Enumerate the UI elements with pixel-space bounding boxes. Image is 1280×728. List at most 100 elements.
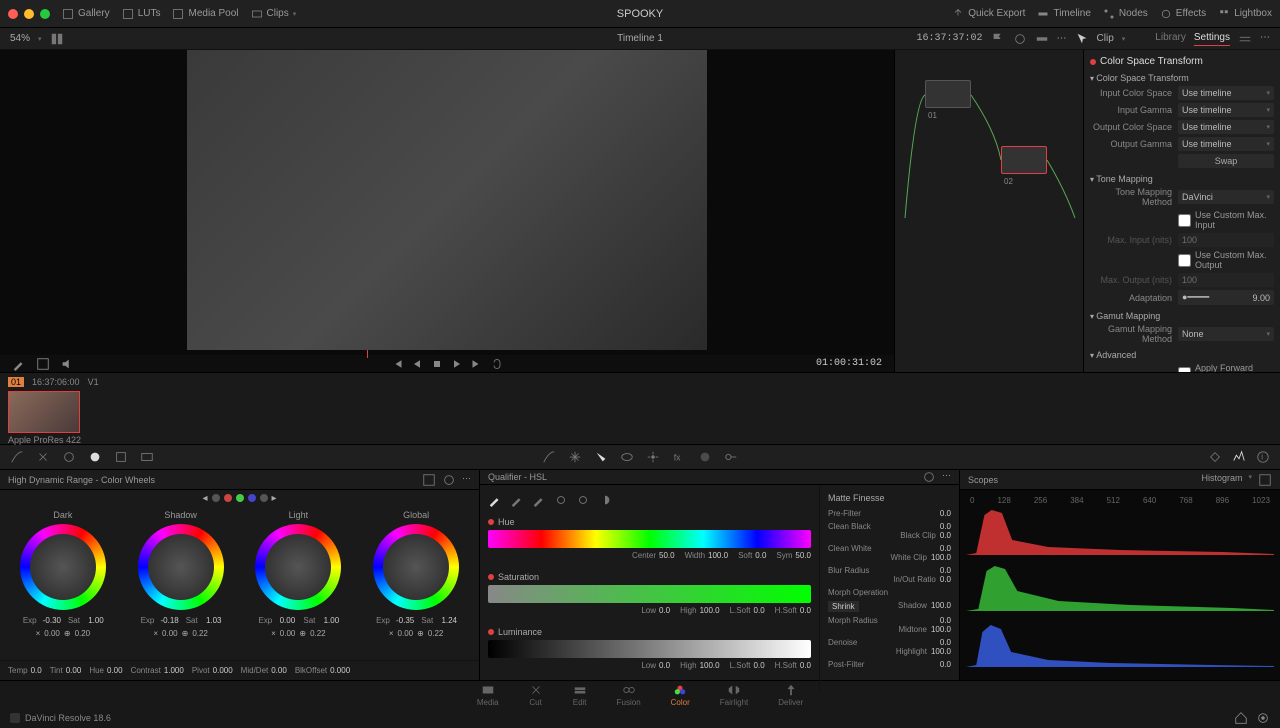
quick-export-button[interactable]: Quick Export (952, 8, 1025, 20)
advanced-section-header[interactable]: Advanced (1090, 350, 1274, 360)
fx-icon[interactable]: fx (672, 450, 686, 464)
color-page[interactable]: Color (671, 683, 690, 707)
expand-icon[interactable] (1238, 32, 1252, 46)
luts-icon (122, 8, 134, 20)
effects-toggle[interactable]: Effects (1160, 8, 1206, 20)
media-pool-tab[interactable]: Media Pool (172, 8, 238, 20)
zoom-level[interactable]: 54% (10, 33, 30, 44)
light-color-wheel[interactable] (255, 524, 341, 610)
forward-ootf-check[interactable] (1178, 367, 1191, 373)
cursor-icon[interactable] (1075, 32, 1089, 46)
blur-icon[interactable] (698, 450, 712, 464)
media-page[interactable]: Media (477, 683, 499, 707)
maximize-window[interactable] (40, 9, 50, 19)
fairlight-page[interactable]: Fairlight (720, 683, 748, 707)
hue-slider[interactable] (488, 530, 811, 548)
play-icon[interactable] (451, 358, 463, 370)
output-colorspace-dropdown[interactable]: Use timeline▾ (1178, 120, 1274, 134)
lightbox-toggle[interactable]: Lightbox (1218, 8, 1272, 20)
feather-plus-icon[interactable] (576, 493, 590, 507)
library-tab[interactable]: Library (1155, 32, 1186, 46)
deliver-page[interactable]: Deliver (778, 683, 803, 707)
custom-max-output-check[interactable] (1178, 254, 1191, 267)
tracking-icon[interactable] (646, 450, 660, 464)
viewer-image[interactable] (0, 50, 894, 350)
scopes-mode-dropdown[interactable]: Histogram (1201, 473, 1242, 487)
gamut-method-dropdown[interactable]: None▾ (1178, 327, 1274, 341)
node-02[interactable]: 02 (1001, 146, 1047, 174)
project-settings-icon[interactable] (1256, 711, 1270, 725)
luminance-slider[interactable] (488, 640, 811, 658)
saturation-slider[interactable] (488, 585, 811, 603)
qual-mode-icon[interactable] (922, 470, 936, 484)
wheels-mode-icon[interactable] (422, 473, 436, 487)
invert-icon[interactable] (598, 493, 612, 507)
home-icon[interactable] (1234, 711, 1248, 725)
input-colorspace-dropdown[interactable]: Use timeline▾ (1178, 86, 1274, 100)
edit-page[interactable]: Edit (573, 683, 587, 707)
feather-minus-icon[interactable] (554, 493, 568, 507)
scopes-toggle-icon[interactable] (1232, 450, 1246, 464)
split-view-icon[interactable] (50, 32, 64, 46)
shadow-color-wheel[interactable] (138, 524, 224, 610)
node-01[interactable]: 01 (925, 80, 971, 108)
mute-icon[interactable] (60, 357, 74, 371)
scopes-options-icon[interactable] (1258, 473, 1272, 487)
warper-icon[interactable] (36, 450, 50, 464)
close-window[interactable] (8, 9, 18, 19)
keyframe-icon[interactable] (1208, 450, 1222, 464)
secondary-icon[interactable] (114, 450, 128, 464)
prev-frame-icon[interactable] (411, 358, 423, 370)
clips-dropdown[interactable]: Clips▾ (251, 8, 297, 20)
next-clip-icon[interactable] (471, 358, 483, 370)
picker-plus-icon[interactable] (532, 493, 546, 507)
settings-tab[interactable]: Settings (1194, 32, 1230, 46)
image-wipe-icon[interactable] (36, 357, 50, 371)
window-icon[interactable] (620, 450, 634, 464)
hdr-wheels-icon[interactable] (88, 450, 102, 464)
prev-clip-icon[interactable] (391, 358, 403, 370)
picker-icon[interactable] (12, 357, 26, 371)
timeline-toggle[interactable]: Timeline (1037, 8, 1090, 20)
swap-button[interactable]: Swap (1178, 154, 1274, 168)
cst-section-header[interactable]: Color Space Transform (1090, 73, 1274, 83)
gamut-section-header[interactable]: Gamut Mapping (1090, 311, 1274, 321)
picker-tool-icon[interactable] (488, 493, 502, 507)
sizing-icon[interactable] (140, 450, 154, 464)
timeline-name[interactable]: Timeline 1 (617, 33, 663, 44)
highlight-icon[interactable] (1035, 32, 1049, 46)
clip-thumbnail[interactable] (8, 391, 80, 433)
reset-wheels-icon[interactable] (442, 473, 456, 487)
flag-icon[interactable] (991, 32, 1005, 46)
output-gamma-dropdown[interactable]: Use timeline▾ (1178, 137, 1274, 151)
picker-minus-icon[interactable] (510, 493, 524, 507)
version-label: DaVinci Resolve 18.6 (25, 713, 111, 723)
stop-icon[interactable] (431, 358, 443, 370)
minimize-window[interactable] (24, 9, 34, 19)
adaptation-field[interactable]: ●━━━━9.00 (1178, 290, 1274, 305)
clip-mode[interactable]: Clip (1097, 33, 1114, 44)
wipe-icon[interactable] (1013, 32, 1027, 46)
gallery-tab[interactable]: Gallery (62, 8, 110, 20)
snowflake-icon[interactable] (568, 450, 582, 464)
luts-tab[interactable]: LUTs (122, 8, 161, 20)
playhead[interactable] (367, 350, 368, 358)
key-icon[interactable] (724, 450, 738, 464)
info-icon[interactable]: i (1256, 450, 1270, 464)
nodes-panel[interactable]: 01 02 (894, 50, 1084, 372)
loop-icon[interactable] (491, 358, 503, 370)
tone-section-header[interactable]: Tone Mapping (1090, 174, 1274, 184)
input-gamma-dropdown[interactable]: Use timeline▾ (1178, 103, 1274, 117)
global-color-wheel[interactable] (373, 524, 459, 610)
qualifier-icon[interactable] (594, 450, 608, 464)
dark-color-wheel[interactable] (20, 524, 106, 610)
nodes-toggle[interactable]: Nodes (1103, 8, 1148, 20)
viewer-timecode[interactable]: 16:37:37:02 (917, 33, 983, 44)
cut-page[interactable]: Cut (529, 683, 543, 707)
curves-palette-icon[interactable] (542, 450, 556, 464)
curves-icon[interactable] (10, 450, 24, 464)
tone-method-dropdown[interactable]: DaVinci▾ (1178, 190, 1274, 204)
fusion-page[interactable]: Fusion (617, 683, 641, 707)
custom-max-input-check[interactable] (1178, 214, 1191, 227)
target-icon[interactable] (62, 450, 76, 464)
